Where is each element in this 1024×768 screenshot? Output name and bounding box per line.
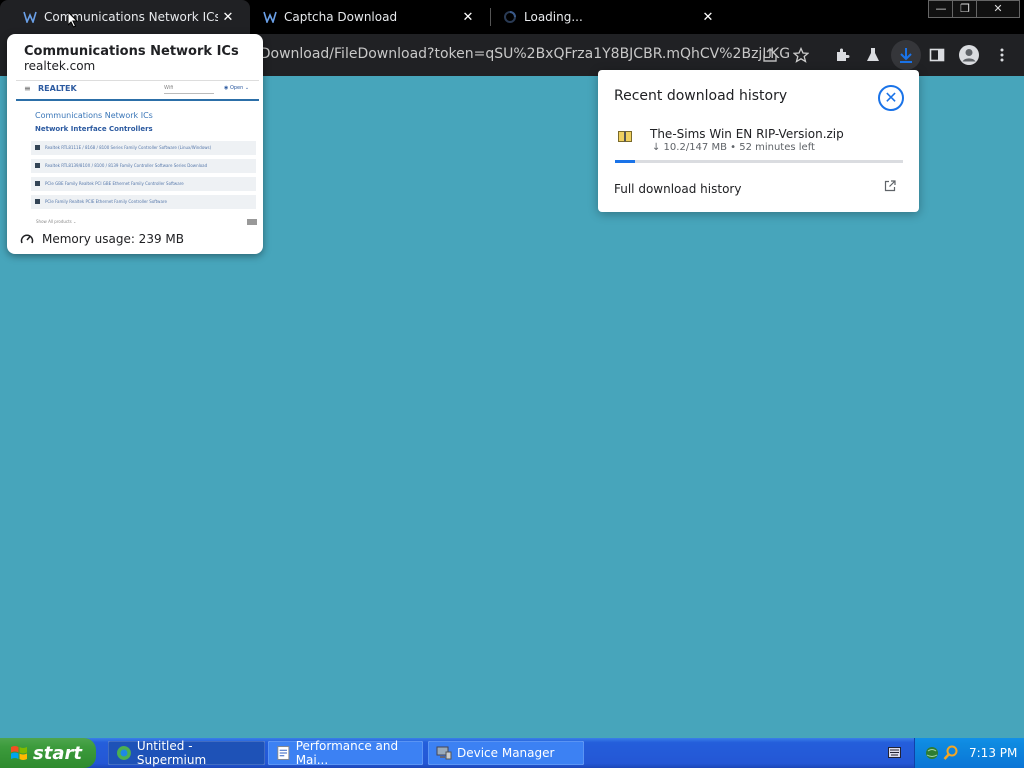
thumbnail-heading: Communications Network ICs — [35, 111, 153, 120]
side-panel-icon[interactable] — [926, 44, 948, 66]
taskbar-button-performance[interactable]: Performance and Mai... — [268, 739, 423, 767]
download-bubble: Recent download history ✕ The-Sims Win E… — [598, 70, 919, 212]
mouse-cursor-icon — [68, 12, 78, 28]
start-button[interactable]: start — [0, 738, 96, 768]
bookmark-star-icon[interactable] — [790, 44, 812, 66]
page-thumbnail: ≡ REALTEK Wifi ◉ Open ⌄ Communications N… — [16, 80, 259, 229]
realtek-favicon-icon — [22, 9, 38, 25]
taskbar-button-label: Device Manager — [457, 746, 555, 760]
tab-close-icon[interactable]: ✕ — [458, 10, 478, 25]
tab-hover-card: Communications Network ICs realtek.com ≡… — [7, 34, 263, 254]
tab-close-icon[interactable]: ✕ — [698, 10, 718, 25]
supermium-icon — [116, 746, 131, 760]
realtek-favicon-icon — [262, 9, 278, 25]
taskbar-button-label: Untitled - Supermium — [136, 739, 207, 767]
tab-strip: Communications Network ICs ✕ Captcha Dow… — [0, 0, 1024, 34]
loading-spinner-icon — [502, 9, 518, 25]
extensions-icon[interactable] — [831, 44, 853, 66]
download-status: ↓ 10.2/147 MB • 52 minutes left — [652, 142, 815, 153]
address-bar[interactable]: /Download/FileDownload?token=qSU%2BxQFrz… — [255, 40, 790, 68]
taskbar-clock[interactable]: 7:13 PM — [969, 746, 1017, 760]
thumbnail-list-item: Realtek RTL8139/810X / 8100 / 8139 Famil… — [31, 159, 256, 173]
taskbar: start Untitled - Supermium Performance a… — [0, 738, 1024, 768]
share-icon[interactable] — [759, 44, 781, 66]
thumbnail-search-field: Wifi — [164, 85, 214, 94]
search-magnifier-icon[interactable] — [943, 745, 959, 761]
hamburger-menu-icon: ≡ — [24, 84, 31, 93]
device-manager-icon — [436, 746, 452, 760]
thumbnail-list-item: PCIe Family Realtek PCIE Ethernet Family… — [31, 195, 256, 209]
system-tray: 7:13 PM — [914, 738, 1024, 768]
taskbar-button-label: Performance and Mai... — [295, 739, 399, 767]
tab-captcha-download[interactable]: Captcha Download ✕ — [240, 0, 490, 34]
zip-file-icon — [618, 131, 632, 142]
download-icon[interactable] — [891, 40, 921, 70]
thumbnail-header: ≡ REALTEK Wifi ◉ Open ⌄ — [16, 81, 259, 101]
menu-kebab-icon[interactable] — [991, 44, 1013, 66]
thumbnail-lang-selector: ◉ Open ⌄ — [224, 85, 250, 91]
thumbnail-list-item: Realtek RTL8111E / 8168 / 8100 Series Fa… — [31, 141, 256, 155]
memory-usage: Memory usage: 239 MB — [20, 232, 184, 246]
tab-close-icon[interactable]: ✕ — [218, 10, 238, 25]
download-progress-fill — [615, 160, 635, 163]
tab-loading[interactable]: Loading... ✕ — [480, 0, 730, 34]
full-download-history-link[interactable]: Full download history — [614, 182, 741, 196]
control-panel-icon — [277, 746, 290, 760]
network-globe-icon[interactable] — [925, 745, 941, 761]
profile-avatar-icon[interactable] — [958, 44, 980, 66]
close-window-button[interactable]: ✕ — [976, 0, 1020, 18]
windows-logo-icon — [11, 746, 27, 760]
close-icon[interactable]: ✕ — [878, 85, 904, 111]
thumbnail-footer: Show All products ⌄ — [36, 219, 77, 224]
speedometer-icon — [20, 234, 34, 244]
restore-button[interactable]: ❐ — [952, 0, 978, 18]
download-file-name[interactable]: The-Sims Win EN RIP-Version.zip — [650, 127, 844, 141]
hover-card-domain: realtek.com — [24, 59, 96, 73]
thumbnail-scrollbar — [247, 219, 257, 225]
start-label: start — [33, 742, 82, 764]
open-external-icon[interactable] — [884, 180, 896, 192]
hover-card-title: Communications Network ICs — [24, 44, 239, 59]
download-bubble-title: Recent download history — [614, 88, 788, 104]
tab-title: Loading... — [524, 10, 583, 24]
download-progress-bar — [615, 160, 903, 163]
tab-title: Captcha Download — [284, 10, 398, 24]
minimize-button[interactable]: — — [928, 0, 954, 18]
memory-usage-label: Memory usage: 239 MB — [42, 232, 184, 246]
thumbnail-subheading: Network Interface Controllers — [35, 125, 153, 133]
labs-flask-icon[interactable] — [862, 44, 884, 66]
keyboard-icon[interactable] — [888, 747, 901, 758]
taskbar-button-supermium[interactable]: Untitled - Supermium — [108, 739, 265, 767]
thumbnail-list-item: PCIe GBE Family Realtek PCI GBE Ethernet… — [31, 177, 256, 191]
tab-communications-network-ics[interactable]: Communications Network ICs ✕ — [0, 0, 250, 34]
taskbar-button-device-manager[interactable]: Device Manager — [428, 741, 584, 765]
realtek-logo: REALTEK — [38, 84, 77, 93]
